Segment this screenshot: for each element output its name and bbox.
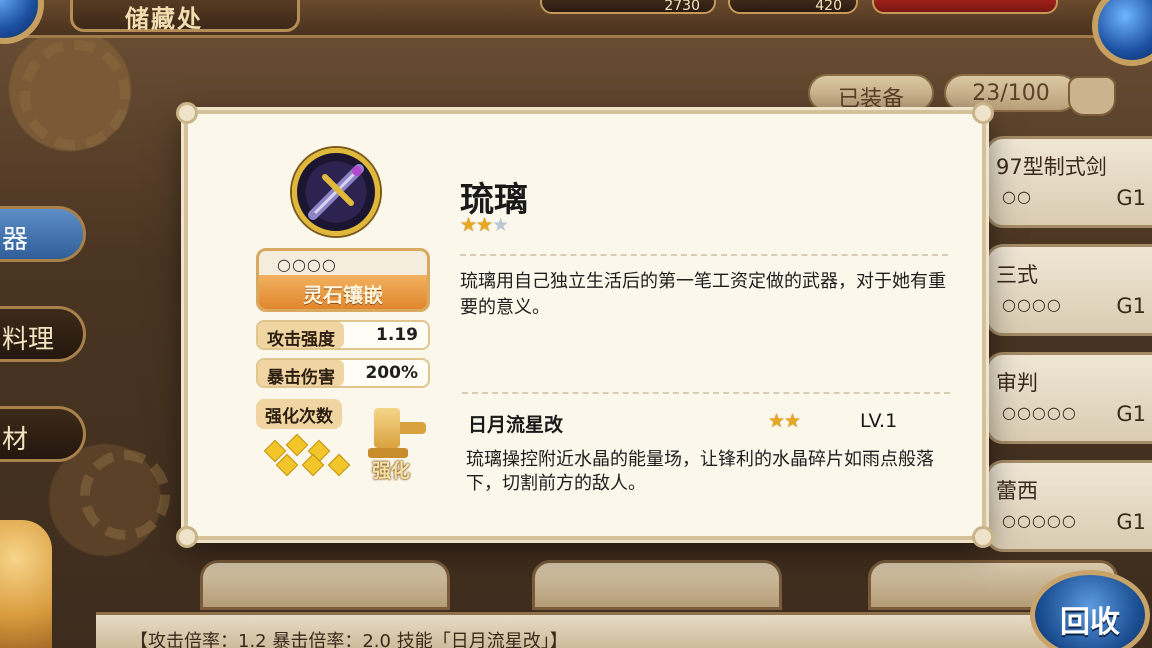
stat-label: 暴击伤害 [258,360,344,388]
character-portrait[interactable] [0,520,52,648]
skill-name: 日月流星改 [468,414,564,436]
weapon-name: 三式 [996,263,1038,287]
socket-indicator: ○○○○ [277,255,337,274]
capacity-counter: 23/100 [944,74,1078,112]
rarity-stars: ★★★ [460,214,509,236]
corner-ornament-icon [176,526,198,548]
bag-icon [1068,76,1116,116]
stat-crit-damage: 暴击伤害 200% [256,358,430,388]
skill-stars: ★★ [768,410,801,432]
enhance-button-label: 强化 [372,460,411,482]
corner-ornament-icon [972,102,994,124]
star-filled-icon: ★ [460,214,477,236]
tab-weapon[interactable]: 器 [0,206,86,262]
tab-materials[interactable]: 材 [0,406,86,462]
item-description: 琉璃用自己独立生活后的第一笔工资定做的武器，对于她有重要的意义。 [460,271,946,318]
corner-ornament-icon [176,102,198,124]
grade-label: G1 [1116,186,1146,210]
diamond-icon [287,435,307,455]
enhance-button[interactable]: 强化 [368,404,432,488]
weapon-card-partial[interactable] [532,560,782,610]
diamond-icon [277,455,297,475]
equipped-filter[interactable]: 已装备 [808,74,934,112]
socket-inlay-button[interactable]: 灵石镶嵌 [259,275,427,309]
socket-indicator: ○○○○ [1002,295,1062,314]
corner-ornament-icon [972,526,994,548]
star-empty-icon: ★ [492,214,509,236]
gear-decoration-icon [20,40,130,150]
star-filled-icon: ★ [476,214,493,236]
gem-counter: 420 [728,0,858,14]
star-filled-icon: ★ [784,410,801,432]
grade-label: G1 [1116,510,1146,534]
gear-decoration-icon [80,450,170,540]
diamond-icon [329,455,349,475]
list-item[interactable]: 97型制式剑 ○○ G1 [985,136,1152,228]
weapon-name: 97型制式剑 [996,155,1107,179]
grade-label: G1 [1116,294,1146,318]
enhance-count-label: 强化次数 [256,399,342,429]
tab-cooking[interactable]: 料理 [0,306,86,362]
stat-label: 攻击强度 [258,322,344,350]
stat-attack: 攻击强度 1.19 [256,320,430,350]
list-item[interactable]: 审判 ○○○○○ G1 [985,352,1152,444]
hammer-head [374,408,400,448]
info-bar: 【攻击倍率：1.2 暴击倍率：2.0 技能「日月流星改」】 [96,612,1056,648]
weapon-card-partial[interactable] [200,560,450,610]
socket-indicator: ○○○○○ [1002,511,1077,530]
stat-value: 200% [365,363,418,383]
socket-indicator: ○○ [1002,187,1032,206]
weapon-sword-icon [292,148,380,236]
grade-label: G1 [1116,402,1146,426]
gold-counter: 2730 [540,0,716,14]
list-item[interactable]: 三式 ○○○○ G1 [985,244,1152,336]
socket-indicator: ○○○○○ [1002,403,1077,422]
skill-description: 琉璃操控附近水晶的能量场，让锋利的水晶碎片如雨点般落下，切割前方的敌人。 [466,449,934,494]
weapon-detail-modal: ○○○○ 灵石镶嵌 攻击强度 1.19 暴击伤害 200% 强化次数 强化 琉璃… [176,102,994,548]
socket-panel: ○○○○ 灵石镶嵌 [256,248,430,312]
screen-title: 储藏处 [70,0,300,33]
weapon-name: 蕾西 [996,479,1038,503]
divider [462,392,950,394]
list-item[interactable]: 蕾西 ○○○○○ G1 [985,460,1152,552]
weapon-name: 审判 [996,371,1038,395]
stat-value: 1.19 [376,325,418,345]
skill-level: LV.1 [860,410,898,432]
stamina-bar[interactable] [872,0,1058,14]
star-filled-icon: ★ [768,410,785,432]
divider [460,254,948,256]
diamond-icon [265,441,285,461]
